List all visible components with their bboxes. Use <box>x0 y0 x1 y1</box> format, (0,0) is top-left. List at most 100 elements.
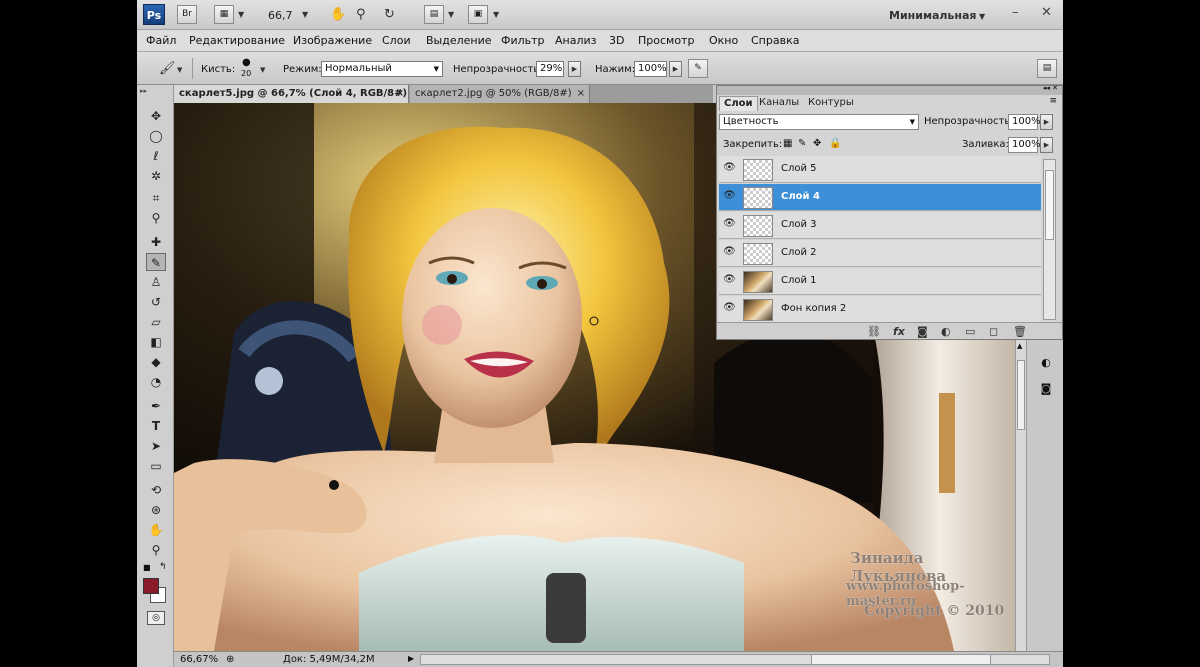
opacity-input[interactable]: 29% <box>536 61 564 77</box>
lasso-icon[interactable]: ℓ <box>146 147 166 165</box>
lock-all-icon[interactable]: 🔒 <box>829 138 841 149</box>
brush-tip-icon[interactable]: ● <box>242 57 251 68</box>
zoom-level-field[interactable]: 66,7 <box>268 9 293 22</box>
chevron-down-icon[interactable]: ▼ <box>302 7 308 22</box>
chevron-down-icon[interactable]: ▼ <box>493 7 499 22</box>
menu-filter[interactable]: Фильтр <box>501 34 545 47</box>
fill-input[interactable]: 100% <box>1008 137 1041 153</box>
hand-icon[interactable]: ✋ <box>146 521 166 539</box>
menu-help[interactable]: Справка <box>751 34 799 47</box>
lock-pixels-icon[interactable]: ✎ <box>798 138 806 149</box>
fill-slider-button[interactable]: ▶ <box>1040 137 1053 153</box>
3d-orbit-icon[interactable]: ⊛ <box>146 501 166 519</box>
swap-colors-icon[interactable]: ↰ <box>159 562 167 572</box>
clone-stamp-icon[interactable]: ♙ <box>146 273 166 291</box>
menu-3d[interactable]: 3D <box>609 34 624 47</box>
crop-icon[interactable]: ⌗ <box>146 189 166 207</box>
eye-icon[interactable]: 👁 <box>723 275 736 285</box>
brush-tool-preset-icon[interactable]: 🖌 <box>159 61 176 76</box>
layer-row[interactable]: 👁 Фон копия 2 <box>719 296 1041 323</box>
layer-row[interactable]: 👁 Слой 1 <box>719 268 1041 295</box>
move-icon[interactable]: ✥ <box>146 107 166 125</box>
flow-slider-button[interactable]: ▶ <box>669 61 682 77</box>
vertical-scrollbar[interactable]: ▲ <box>1015 340 1026 651</box>
path-select-icon[interactable]: ➤ <box>146 437 166 455</box>
layers-scroll-thumb[interactable] <box>1045 170 1054 240</box>
collapse-arrows-icon[interactable]: ◂◂ ✕ <box>1043 84 1058 92</box>
hand-tool-icon[interactable]: ✋ <box>330 7 346 22</box>
workspace-switcher[interactable]: Минимальная <box>889 9 976 22</box>
brush-panel-button[interactable]: ▤ <box>1037 59 1057 78</box>
eraser-icon[interactable]: ▱ <box>146 313 166 331</box>
tab-layers[interactable]: Слои <box>719 96 758 111</box>
link-layers-icon[interactable]: ⛓ <box>867 325 881 338</box>
horizontal-scroll-thumb[interactable] <box>811 655 991 664</box>
new-layer-icon[interactable]: ◻ <box>989 325 998 338</box>
rotate-view-icon[interactable]: ↻ <box>384 7 395 22</box>
chevron-down-icon[interactable]: ▼ <box>448 7 454 22</box>
healing-icon[interactable]: ✚ <box>146 233 166 251</box>
scroll-up-icon[interactable]: ▲ <box>1017 342 1025 350</box>
menu-analysis[interactable]: Анализ <box>555 34 597 47</box>
tab-document-1[interactable]: скарлет5.jpg @ 66,7% (Слой 4, RGB/8#) * … <box>174 85 409 116</box>
eye-icon[interactable]: 👁 <box>723 247 736 257</box>
menu-select[interactable]: Выделение <box>426 34 492 47</box>
type-icon[interactable]: T <box>146 417 166 435</box>
blur-icon[interactable]: ◆ <box>146 353 166 371</box>
flow-input[interactable]: 100% <box>634 61 667 77</box>
close-button[interactable]: ✕ <box>1041 5 1052 20</box>
pen-icon[interactable]: ✒ <box>146 397 166 415</box>
menu-image[interactable]: Изображение <box>293 34 372 47</box>
close-icon[interactable]: × <box>577 85 585 102</box>
default-colors-icon[interactable]: ■ <box>143 563 151 572</box>
minimize-button[interactable]: – <box>1012 5 1019 20</box>
chevron-down-icon[interactable]: ▼ <box>979 9 985 24</box>
3d-rotate-icon[interactable]: ⟲ <box>146 481 166 499</box>
delete-layer-icon[interactable]: 🗑 <box>1013 325 1027 338</box>
bridge-button[interactable]: Br <box>177 5 197 24</box>
tab-paths[interactable]: Контуры <box>804 96 858 111</box>
eye-icon[interactable]: 👁 <box>723 191 736 201</box>
status-zoom[interactable]: 66,67% <box>180 654 218 665</box>
zoom-tool-icon[interactable]: ⚲ <box>356 7 366 22</box>
blend-mode-select[interactable]: Нормальный ▼ <box>321 61 443 77</box>
panel-menu-icon[interactable]: ≡ <box>1049 96 1057 106</box>
menu-view[interactable]: Просмотр <box>638 34 694 47</box>
layer-style-icon[interactable]: fx <box>893 325 905 338</box>
eye-icon[interactable]: 👁 <box>723 303 736 313</box>
screen-mode-button[interactable]: ▣ <box>468 5 488 24</box>
status-icon[interactable]: ⊕ <box>226 654 234 665</box>
layer-opacity-slider-button[interactable]: ▶ <box>1040 114 1053 130</box>
marquee-icon[interactable]: ◯ <box>146 127 166 145</box>
chevron-down-icon[interactable]: ▼ <box>260 63 265 78</box>
opacity-slider-button[interactable]: ▶ <box>568 61 581 77</box>
horizontal-scrollbar[interactable] <box>420 654 1050 665</box>
layers-scrollbar[interactable] <box>1043 159 1056 320</box>
shape-icon[interactable]: ▭ <box>146 457 166 475</box>
magic-wand-icon[interactable]: ✲ <box>146 167 166 185</box>
adjustment-layer-icon[interactable]: ◐ <box>941 325 951 338</box>
lock-transparency-icon[interactable]: ▦ <box>783 138 792 149</box>
tab-document-2[interactable]: скарлет2.jpg @ 50% (RGB/8#) × <box>410 85 590 103</box>
layer-row[interactable]: 👁 Слой 5 <box>719 156 1041 183</box>
layer-opacity-input[interactable]: 100% <box>1008 114 1041 130</box>
masks-icon[interactable]: ◙ <box>1037 382 1055 398</box>
dodge-icon[interactable]: ◔ <box>146 373 166 391</box>
menu-file[interactable]: Файл <box>146 34 176 47</box>
eye-icon[interactable]: 👁 <box>723 219 736 229</box>
quick-mask-icon[interactable]: ◎ <box>147 611 165 625</box>
close-icon[interactable]: × <box>396 85 404 102</box>
foreground-color-swatch[interactable] <box>143 578 159 594</box>
layer-row[interactable]: 👁 Слой 2 <box>719 240 1041 267</box>
tab-channels[interactable]: Каналы <box>755 96 803 111</box>
history-brush-icon[interactable]: ↺ <box>146 293 166 311</box>
eye-icon[interactable]: 👁 <box>723 163 736 173</box>
layer-row-selected[interactable]: 👁 Слой 4 <box>719 184 1041 211</box>
status-menu-arrow[interactable]: ▶ <box>408 654 414 663</box>
zoom-icon[interactable]: ⚲ <box>146 541 166 559</box>
view-extras-button[interactable]: ▦ <box>214 5 234 24</box>
paint-bucket-icon[interactable]: ◧ <box>146 333 166 351</box>
vertical-scroll-thumb[interactable] <box>1017 360 1025 430</box>
new-group-icon[interactable]: ▭ <box>965 325 975 338</box>
layer-mask-icon[interactable]: ◙ <box>917 325 928 338</box>
